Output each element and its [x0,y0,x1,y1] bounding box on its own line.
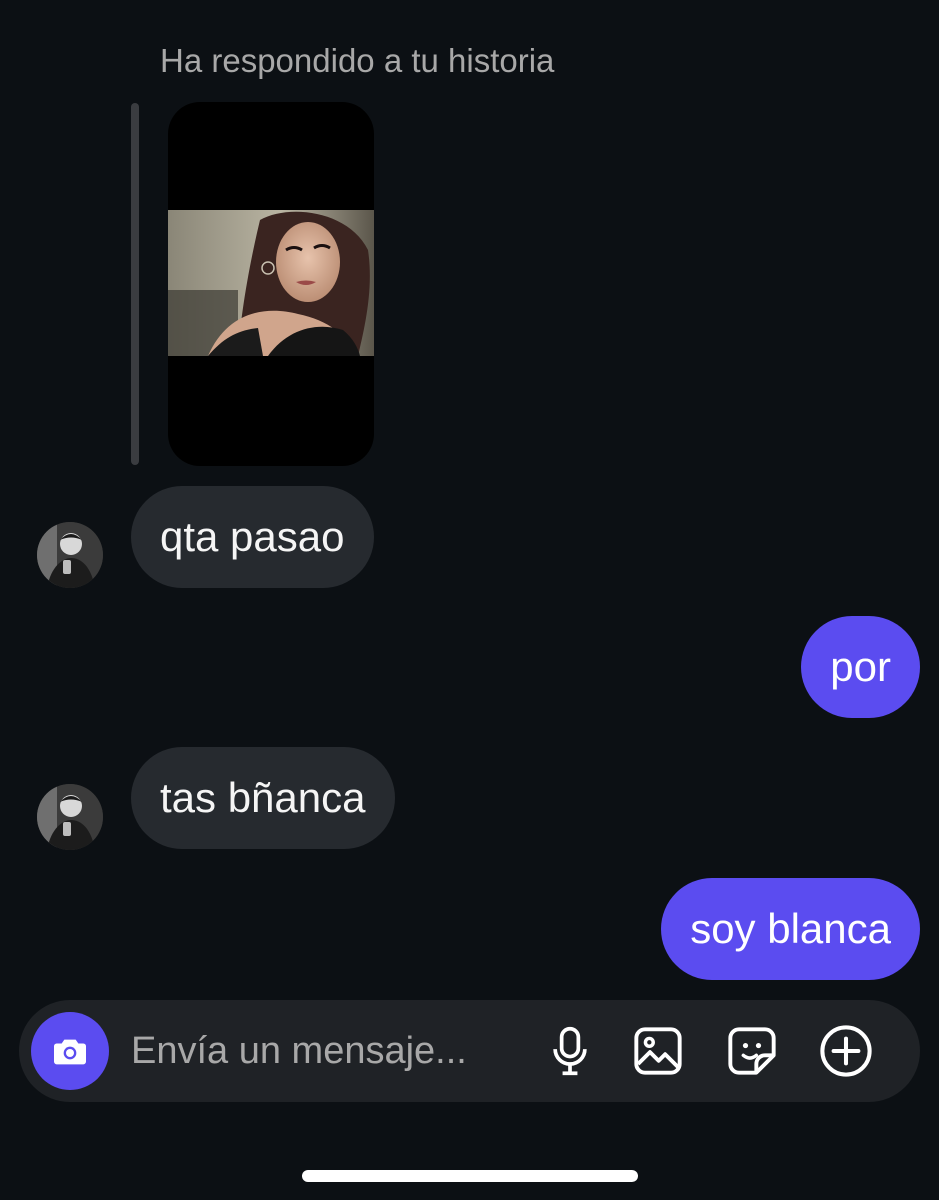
message-bubble-incoming[interactable]: qta pasao [131,486,374,588]
plus-circle-icon [820,1025,872,1077]
avatar-photo [37,522,103,588]
microphone-icon [553,1026,587,1076]
message-text: por [830,643,891,690]
story-thumbnail[interactable] [168,102,374,466]
story-photo [168,210,374,356]
message-bubble-incoming[interactable]: tas bñanca [131,747,395,849]
avatar-photo [37,784,103,850]
story-reply-label: Ha respondido a tu historia [160,42,555,79]
voice-message-button[interactable] [541,1022,599,1080]
home-indicator[interactable] [302,1170,638,1182]
message-text: qta pasao [160,513,345,560]
message-bubble-outgoing[interactable]: soy blanca [661,878,920,980]
gallery-icon [634,1027,682,1075]
message-bubble-outgoing[interactable]: por [801,616,920,718]
sender-avatar[interactable] [37,784,103,850]
message-text: soy blanca [690,905,891,952]
sender-avatar[interactable] [37,522,103,588]
message-composer [19,1000,920,1102]
gallery-button[interactable] [629,1022,687,1080]
sticker-button[interactable] [723,1022,781,1080]
camera-button[interactable] [31,1012,109,1090]
sticker-icon [728,1027,776,1075]
message-input[interactable] [131,1022,526,1080]
message-text: tas bñanca [160,774,366,821]
more-options-button[interactable] [817,1022,875,1080]
reply-quote-line [131,103,139,465]
camera-icon [54,1039,86,1065]
